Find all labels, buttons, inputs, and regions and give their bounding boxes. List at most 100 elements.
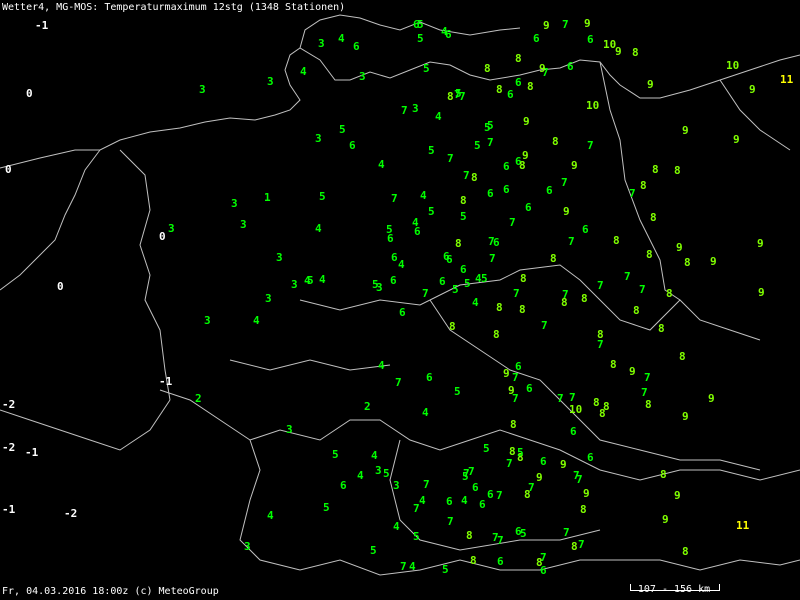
country-borders — [0, 14, 800, 576]
station-value: 11 — [780, 73, 794, 86]
station-value: 9 — [560, 458, 567, 471]
station-value: 6 — [340, 479, 347, 492]
station-value: 4 — [357, 469, 364, 482]
station-value: 5 — [428, 144, 435, 157]
station-value: 8 — [679, 350, 686, 363]
station-value: 7 — [644, 371, 651, 384]
coast-danish — [299, 14, 521, 49]
station-value: 5 — [481, 272, 488, 285]
station-value: 6 — [546, 184, 553, 197]
station-value: 6 — [426, 371, 433, 384]
station-value: 1 — [264, 191, 271, 204]
station-value: -1 — [35, 19, 49, 32]
station-value: 9 — [757, 237, 764, 250]
station-value: 4 — [304, 274, 311, 287]
station-value: 0 — [57, 280, 64, 293]
station-value: 8 — [580, 503, 587, 516]
station-value: 4 — [393, 520, 400, 533]
station-value: -1 — [2, 503, 16, 516]
station-value: 7 — [447, 515, 454, 528]
station-value: 7 — [391, 192, 398, 205]
station-value: 4 — [422, 406, 429, 419]
station-value: 6 — [525, 201, 532, 214]
station-value: 9 — [749, 83, 756, 96]
border-slo — [599, 469, 800, 481]
station-value: 4 — [253, 314, 260, 327]
station-value: -1 — [159, 375, 173, 388]
station-value: 7 — [506, 457, 513, 470]
station-value: 0 — [159, 230, 166, 243]
station-value: 8 — [510, 418, 517, 431]
station-value: 9 — [662, 513, 669, 526]
station-value: 3 — [318, 37, 325, 50]
station-value: -2 — [64, 507, 78, 520]
station-value: 3 — [315, 132, 322, 145]
station-value: 7 — [639, 283, 646, 296]
station-value: 8 — [493, 328, 500, 341]
station-value: 8 — [646, 248, 653, 261]
station-value: 7 — [423, 478, 430, 491]
station-value: 7 — [509, 216, 516, 229]
station-value: 6 — [487, 187, 494, 200]
station-value: 3 — [244, 540, 251, 553]
station-value: 3 — [240, 218, 247, 231]
station-value: 8 — [520, 272, 527, 285]
station-value: 6 — [387, 232, 394, 245]
weather-map: 6555565553543434534566667767767778778887… — [0, 0, 800, 600]
station-value: 7 — [597, 279, 604, 292]
station-value: 9 — [708, 392, 715, 405]
station-value: 8 — [658, 322, 665, 335]
station-value: 4 — [435, 110, 442, 123]
station-value: 8 — [509, 445, 516, 458]
station-value: 5 — [487, 119, 494, 132]
station-value: 5 — [454, 385, 461, 398]
station-value: 5 — [460, 210, 467, 223]
station-value: 5 — [483, 442, 490, 455]
station-value: 6 — [443, 250, 450, 263]
station-value: 4 — [419, 494, 426, 507]
station-value: 6 — [479, 498, 486, 511]
station-value: 8 — [524, 488, 531, 501]
station-value: 5 — [423, 62, 430, 75]
station-value: 9 — [543, 19, 550, 32]
station-value: 8 — [660, 468, 667, 481]
scale-bar: 107 - 156 km — [630, 584, 720, 598]
station-value: 8 — [613, 234, 620, 247]
station-value: 8 — [682, 545, 689, 558]
station-value: 8 — [633, 304, 640, 317]
station-value: 5 — [474, 139, 481, 152]
station-value: 5 — [319, 190, 326, 203]
station-value: 8 — [610, 358, 617, 371]
station-value: 8 — [650, 211, 657, 224]
station-value: 9 — [629, 365, 636, 378]
station-value: 8 — [527, 80, 534, 93]
station-value: 7 — [487, 136, 494, 149]
station-value: 9 — [536, 471, 543, 484]
station-value: 7 — [562, 288, 569, 301]
station-value: 3 — [393, 479, 400, 492]
station-value: 5 — [413, 530, 420, 543]
station-value: 8 — [550, 252, 557, 265]
scale-label: 107 - 156 km — [637, 584, 711, 595]
station-value: 8 — [455, 237, 462, 250]
station-value: 9 — [571, 159, 578, 172]
station-value: 6 — [487, 488, 494, 501]
station-value: 9 — [674, 489, 681, 502]
station-value: 7 — [641, 386, 648, 399]
station-value: 6 — [570, 425, 577, 438]
station-value: 9 — [682, 124, 689, 137]
station-value: 7 — [447, 152, 454, 165]
station-value: 2 — [364, 400, 371, 413]
station-value: 7 — [576, 473, 583, 486]
border-fr — [0, 399, 171, 451]
station-value: 8 — [484, 62, 491, 75]
station-value: 7 — [540, 551, 547, 564]
station-value: 10 — [569, 403, 583, 416]
map-timestamp: Fr, 04.03.2016 18:00z (c) MeteoGroup — [2, 586, 219, 597]
station-value: 5 — [517, 446, 524, 459]
station-value: 6 — [446, 495, 453, 508]
station-value: 7 — [557, 392, 564, 405]
station-value: 9 — [563, 205, 570, 218]
station-value: 4 — [472, 296, 479, 309]
station-value: 7 — [562, 18, 569, 31]
